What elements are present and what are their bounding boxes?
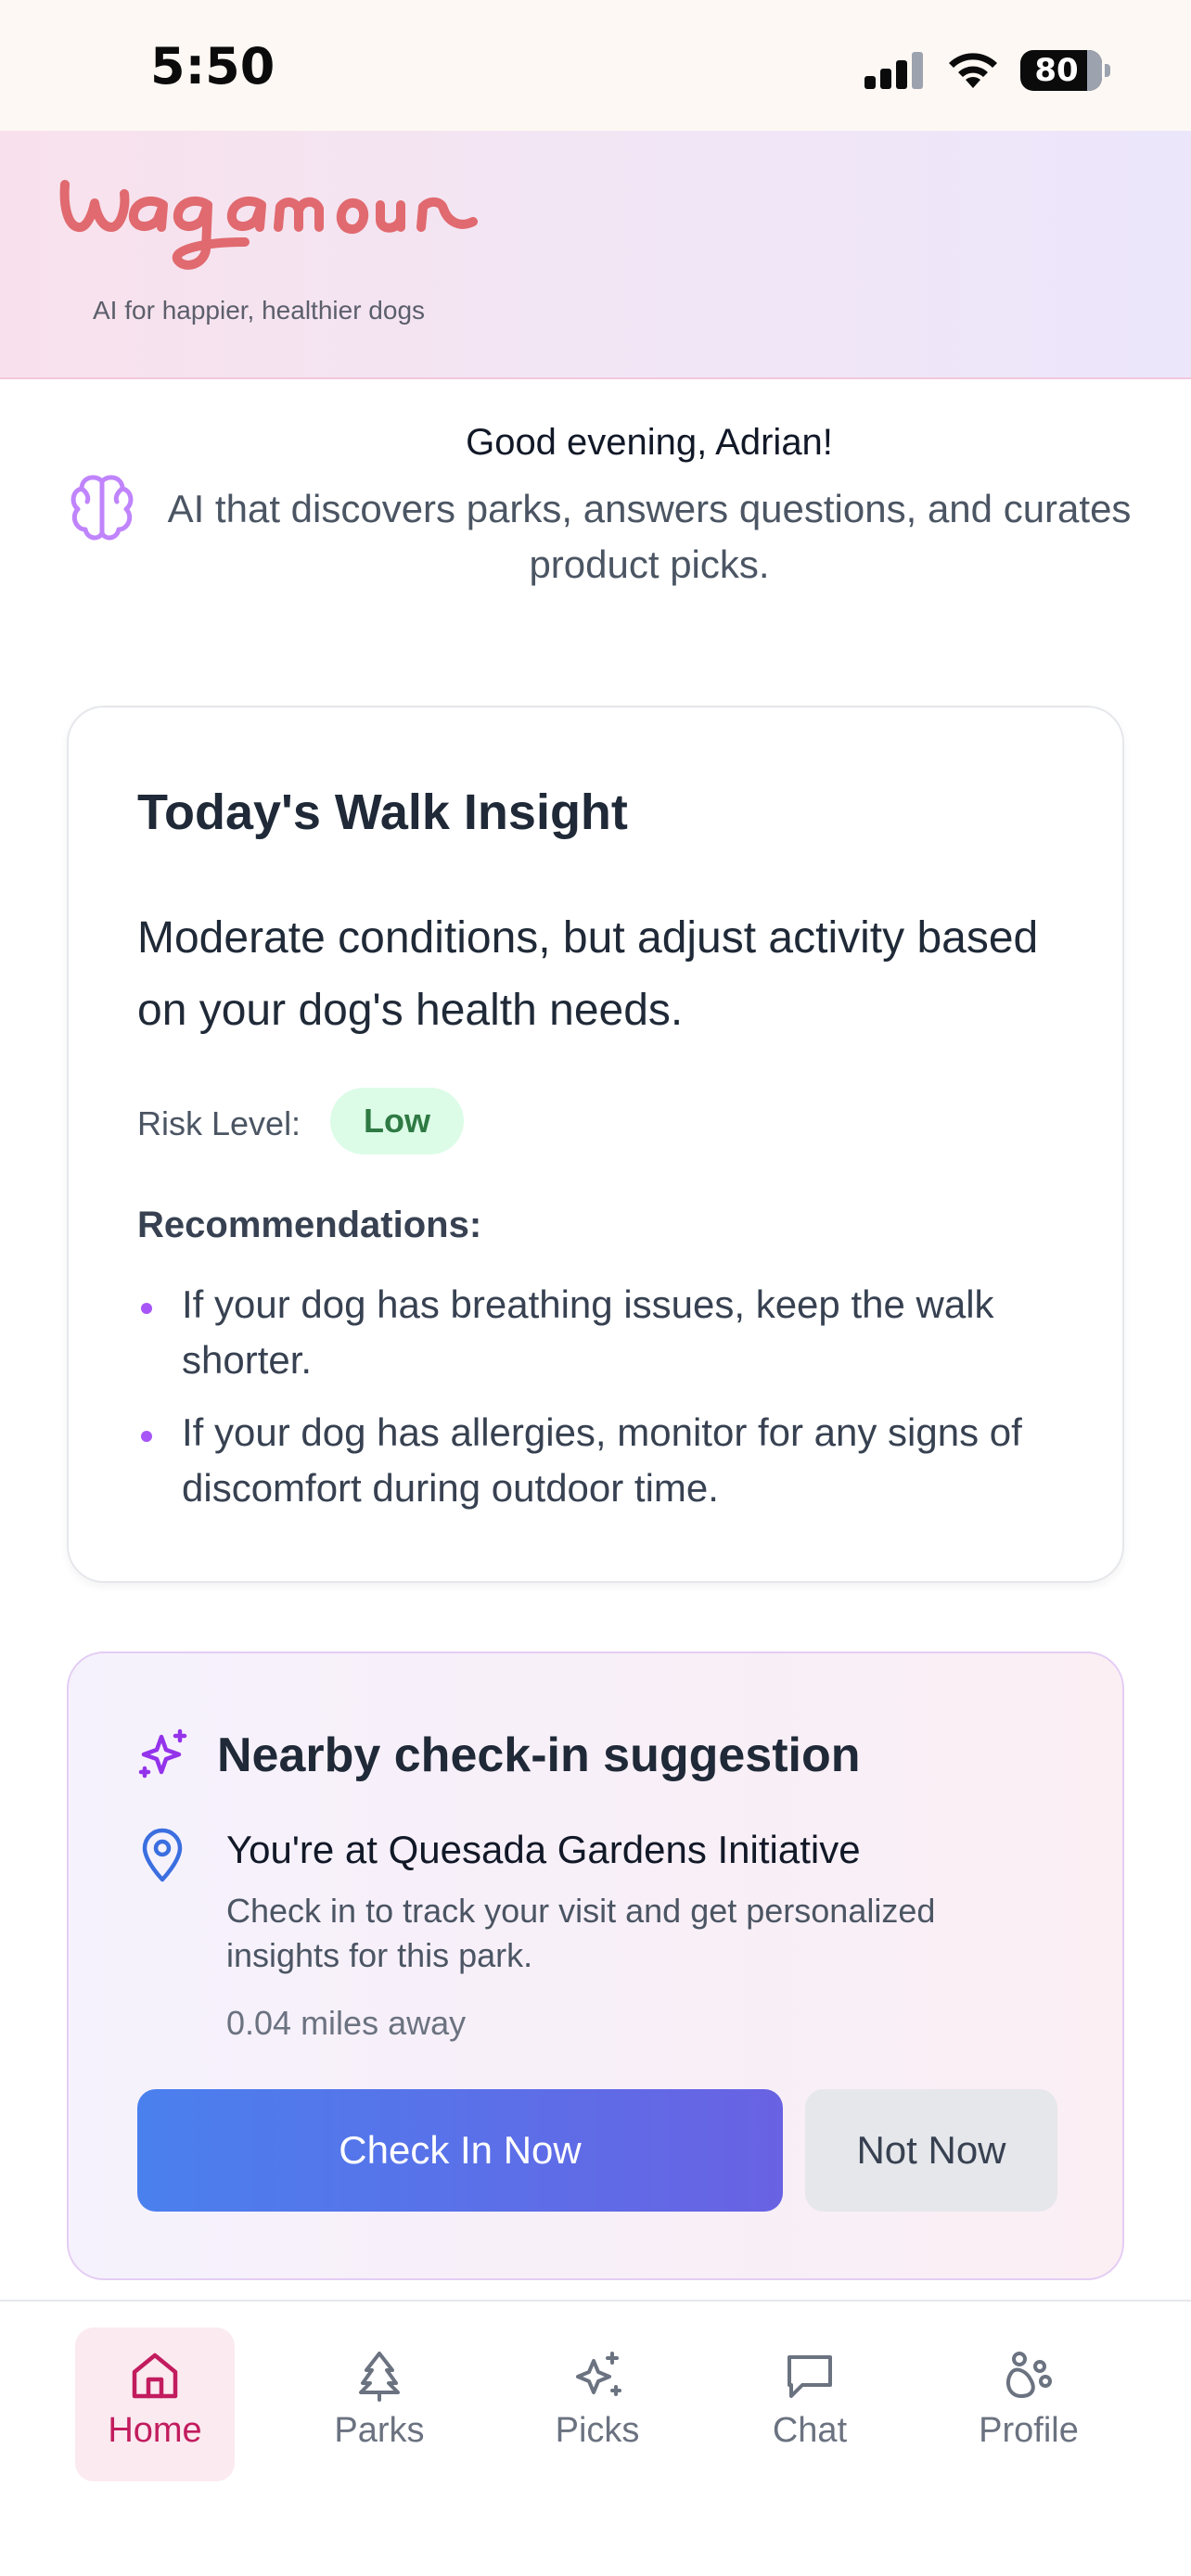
bottom-tab-bar: Home Parks Picks Chat Profile	[0, 2300, 1191, 2576]
tab-label: Home	[108, 2411, 202, 2450]
risk-level-badge: Low	[330, 1088, 464, 1154]
battery-icon: 80	[1020, 50, 1110, 91]
bullet-dot	[141, 1303, 152, 1314]
walk-insight-card: Today's Walk Insight Moderate conditions…	[67, 706, 1124, 1583]
checkin-suggestion-card: Nearby check-in suggestion You're at Que…	[67, 1651, 1124, 2280]
sparkles-icon	[576, 2352, 621, 2396]
greeting-subtitle: AI that discovers parks, answers questio…	[167, 487, 1132, 586]
wifi-icon	[949, 53, 997, 88]
status-bar: 5:50 80	[0, 0, 1191, 131]
checkin-location-title: You're at Quesada Gardens Initiative	[226, 1828, 861, 1871]
tree-icon	[359, 2352, 400, 2402]
tab-chat[interactable]: Chat	[730, 2327, 890, 2481]
brain-icon	[70, 475, 134, 541]
checkin-title: Nearby check-in suggestion	[217, 1728, 861, 1782]
bullet-dot	[141, 1431, 152, 1442]
tab-label: Parks	[334, 2411, 425, 2450]
recommendation-text: If your dog has allergies, monitor for a…	[182, 1410, 1022, 1510]
greeting-section: Good evening, Adrian! AI that discovers …	[0, 379, 1191, 657]
greeting-title: Good evening, Adrian!	[466, 422, 833, 463]
checkin-distance: 0.04 miles away	[226, 2004, 467, 2042]
status-icons: 80	[864, 45, 1110, 96]
walk-insight-summary: Moderate conditions, but adjust activity…	[137, 913, 1039, 1035]
not-now-button[interactable]: Not Now	[805, 2089, 1057, 2212]
tab-label: Profile	[979, 2411, 1079, 2450]
chat-bubble-icon	[788, 2355, 832, 2398]
signal-icon	[864, 52, 923, 89]
recommendation-item: If your dog has allergies, monitor for a…	[137, 1405, 1065, 1516]
tab-picks[interactable]: Picks	[518, 2327, 677, 2481]
recommendation-item: If your dog has breathing issues, keep t…	[137, 1277, 1065, 1388]
tab-profile[interactable]: Profile	[949, 2327, 1108, 2481]
battery-level: 80	[1034, 52, 1079, 89]
tagline: AI for happier, healthier dogs	[93, 296, 426, 325]
wagamour-logo[interactable]	[59, 168, 486, 288]
tab-parks[interactable]: Parks	[300, 2327, 459, 2481]
brand-header: AI for happier, healthier dogs	[0, 131, 1191, 379]
status-time: 5:50	[150, 37, 275, 96]
tab-home[interactable]: Home	[75, 2327, 235, 2481]
location-pin-icon	[142, 1828, 183, 1882]
check-in-now-button[interactable]: Check In Now	[137, 2089, 783, 2212]
checkin-description: Check in to track your visit and get per…	[226, 1892, 936, 1974]
tab-label: Picks	[555, 2411, 640, 2450]
sparkles-icon	[138, 1728, 187, 1779]
tab-label: Chat	[772, 2411, 848, 2450]
recommendation-text: If your dog has breathing issues, keep t…	[182, 1282, 994, 1382]
recommendations-title: Recommendations:	[137, 1205, 482, 1245]
risk-level-label: Risk Level:	[137, 1104, 301, 1142]
home-icon	[132, 2353, 178, 2399]
paw-icon	[1005, 2352, 1052, 2398]
walk-insight-title: Today's Walk Insight	[137, 784, 628, 840]
recommendations-list: If your dog has breathing issues, keep t…	[137, 1277, 1065, 1533]
